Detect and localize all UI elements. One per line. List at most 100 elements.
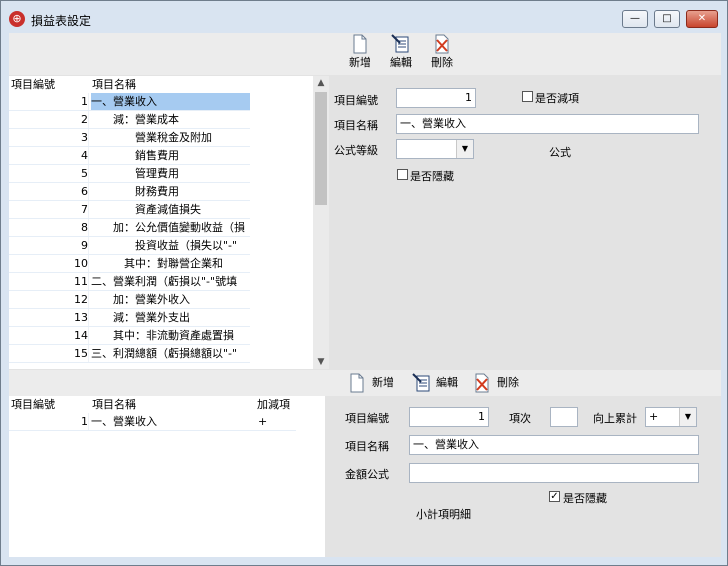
top-delete-button[interactable]: 刪除: [427, 34, 457, 70]
top-item-name-label: 項目名稱: [334, 119, 378, 132]
bottom-order-label: 項次: [509, 412, 531, 425]
row-item-no: 3: [9, 129, 89, 146]
bottom-item-form: 項目編號 1 項次 向上累計 + ▼ 項目名稱 一、營業收入 金額公式 ✓ 是否…: [325, 396, 721, 557]
table-row[interactable]: 1 一、營業收入 +: [9, 413, 296, 431]
top-formula-level-label: 公式等級: [334, 144, 378, 157]
bottom-upward-value: +: [649, 410, 659, 423]
close-button[interactable]: ✕: [686, 10, 718, 28]
bottom-delete-button[interactable]: 刪除: [473, 372, 528, 394]
bottom-amount-formula-field[interactable]: [409, 463, 699, 483]
new-document-icon: [350, 373, 364, 393]
row-item-name: 其中：對聯營企業和: [91, 257, 223, 270]
row-item-no: 1: [9, 413, 89, 430]
row-item-no: 2: [9, 111, 89, 128]
table-row[interactable]: 14 其中：非流動資產處置損: [9, 327, 250, 345]
title-bar[interactable]: ⊕ 損益表設定 — □ ✕: [1, 1, 727, 33]
table-row[interactable]: 5 管理費用: [9, 165, 250, 183]
scroll-down-icon[interactable]: ▼: [313, 355, 329, 369]
table-row[interactable]: 12 加：營業外收入: [9, 291, 250, 309]
row-item-name: 營業稅金及附加: [91, 131, 212, 144]
table-row[interactable]: 9 投資收益（損失以"-": [9, 237, 250, 255]
bottom-item-name-field[interactable]: 一、營業收入: [409, 435, 699, 455]
bottom-upward-select[interactable]: + ▼: [645, 407, 697, 427]
row-item-name: 二、營業利潤（虧損以"-"號填: [91, 275, 238, 288]
bottom-is-hidden-checkbox[interactable]: ✓: [549, 491, 560, 502]
bottom-order-field[interactable]: [550, 407, 578, 427]
app-globe-icon: ⊕: [9, 11, 25, 27]
table-row[interactable]: 3 營業稅金及附加: [9, 129, 250, 147]
row-item-no: 15: [9, 345, 89, 362]
bottom-edit-label: 編輯: [436, 376, 458, 389]
bottom-edit-button[interactable]: 編輯: [412, 372, 467, 394]
table-row[interactable]: 7 資產減值損失: [9, 201, 250, 219]
top-add-label: 新增: [349, 56, 371, 69]
bottom-amount-formula-label: 金額公式: [345, 468, 389, 481]
bottom-item-no-field[interactable]: 1: [409, 407, 489, 427]
top-item-form: 項目編號 1 是否減項 項目名稱 一、營業收入 公式等級 ▼ 公式 是否隱藏: [329, 76, 721, 369]
top-formula-label: 公式: [549, 146, 571, 159]
table-row[interactable]: 8 加：公允價值變動收益（損: [9, 219, 250, 237]
top-toolbar: 新增 編輯 刪除: [9, 33, 721, 75]
top-formula-level-select[interactable]: ▼: [396, 139, 474, 159]
top-item-no-field[interactable]: 1: [396, 88, 476, 108]
bottom-is-hidden-label: 是否隱藏: [563, 492, 607, 505]
new-document-icon: [353, 34, 367, 54]
bottom-col-sign[interactable]: 加減項: [257, 396, 290, 413]
app-window: ⊕ 損益表設定 — □ ✕ 新增 編輯 刪除 項目編號 項目名稱 1 一、營業收…: [0, 0, 728, 566]
bottom-col-item-name[interactable]: 項目名稱: [92, 396, 136, 413]
table-row[interactable]: 13 減：營業外支出: [9, 309, 250, 327]
table-row[interactable]: 4 銷售費用: [9, 147, 250, 165]
top-col-item-no[interactable]: 項目編號: [11, 76, 55, 93]
row-item-no: 12: [9, 291, 89, 308]
bottom-item-no-label: 項目編號: [345, 412, 389, 425]
row-item-name: 減：營業成本: [91, 113, 179, 126]
top-edit-label: 編輯: [390, 56, 412, 69]
table-row[interactable]: 6 財務費用: [9, 183, 250, 201]
top-delete-label: 刪除: [431, 56, 453, 69]
row-item-name: 加：公允價值變動收益（損: [91, 221, 245, 234]
bottom-upward-label: 向上累計: [593, 412, 637, 425]
chevron-down-icon[interactable]: ▼: [679, 408, 696, 426]
top-is-hidden-checkbox[interactable]: [397, 169, 408, 180]
row-item-no: 10: [9, 255, 89, 272]
row-item-no: 9: [9, 237, 89, 254]
chevron-down-icon[interactable]: ▼: [456, 140, 473, 158]
bottom-delete-label: 刪除: [497, 376, 519, 389]
row-item-no: 1: [9, 93, 89, 110]
row-item-name: 銷售費用: [91, 149, 179, 162]
top-add-button[interactable]: 新增: [345, 34, 375, 70]
row-item-no: 5: [9, 165, 89, 182]
table-row[interactable]: 11 二、營業利潤（虧損以"-"號填: [9, 273, 250, 291]
row-item-name: 投資收益（損失以"-": [91, 239, 238, 252]
top-item-list[interactable]: 項目編號 項目名稱 1 一、營業收入 2 減：營業成本 3 營業稅金及附加 4 銷售費用…: [9, 76, 313, 369]
row-item-no: 7: [9, 201, 89, 218]
bottom-subtotal-label: 小計項明細: [416, 508, 471, 521]
scroll-up-icon[interactable]: ▲: [313, 76, 329, 90]
top-col-item-name[interactable]: 項目名稱: [92, 76, 136, 93]
delete-document-icon: [435, 34, 449, 54]
table-row[interactable]: 1 一、營業收入: [9, 93, 250, 111]
row-item-no: 14: [9, 327, 89, 344]
top-is-hidden-label: 是否隱藏: [410, 170, 454, 183]
scroll-thumb[interactable]: [315, 92, 327, 205]
delete-document-icon: [475, 373, 489, 393]
edit-document-icon: [412, 373, 430, 392]
table-row[interactable]: 15 三、利潤總額（虧損總額以"-": [9, 345, 250, 363]
minimize-button[interactable]: —: [622, 10, 648, 28]
table-row[interactable]: 10 其中：對聯營企業和: [9, 255, 250, 273]
bottom-add-button[interactable]: 新增: [348, 372, 403, 394]
top-item-name-field[interactable]: 一、營業收入: [396, 114, 699, 134]
top-list-scrollbar[interactable]: ▲ ▼: [313, 76, 329, 369]
bottom-add-label: 新增: [372, 376, 394, 389]
top-is-deduct-checkbox[interactable]: [522, 91, 533, 102]
row-item-no: 4: [9, 147, 89, 164]
top-edit-button[interactable]: 編輯: [386, 34, 416, 70]
table-row[interactable]: 2 減：營業成本: [9, 111, 250, 129]
bottom-item-list[interactable]: 項目編號 項目名稱 加減項 1 一、營業收入 +: [9, 396, 325, 557]
row-sign: +: [258, 415, 268, 428]
bottom-item-name-label: 項目名稱: [345, 440, 389, 453]
bottom-col-item-no[interactable]: 項目編號: [11, 396, 55, 413]
maximize-button[interactable]: □: [654, 10, 680, 28]
row-item-no: 11: [9, 273, 89, 290]
bottom-toolbar: 新增 編輯 刪除: [9, 370, 721, 396]
